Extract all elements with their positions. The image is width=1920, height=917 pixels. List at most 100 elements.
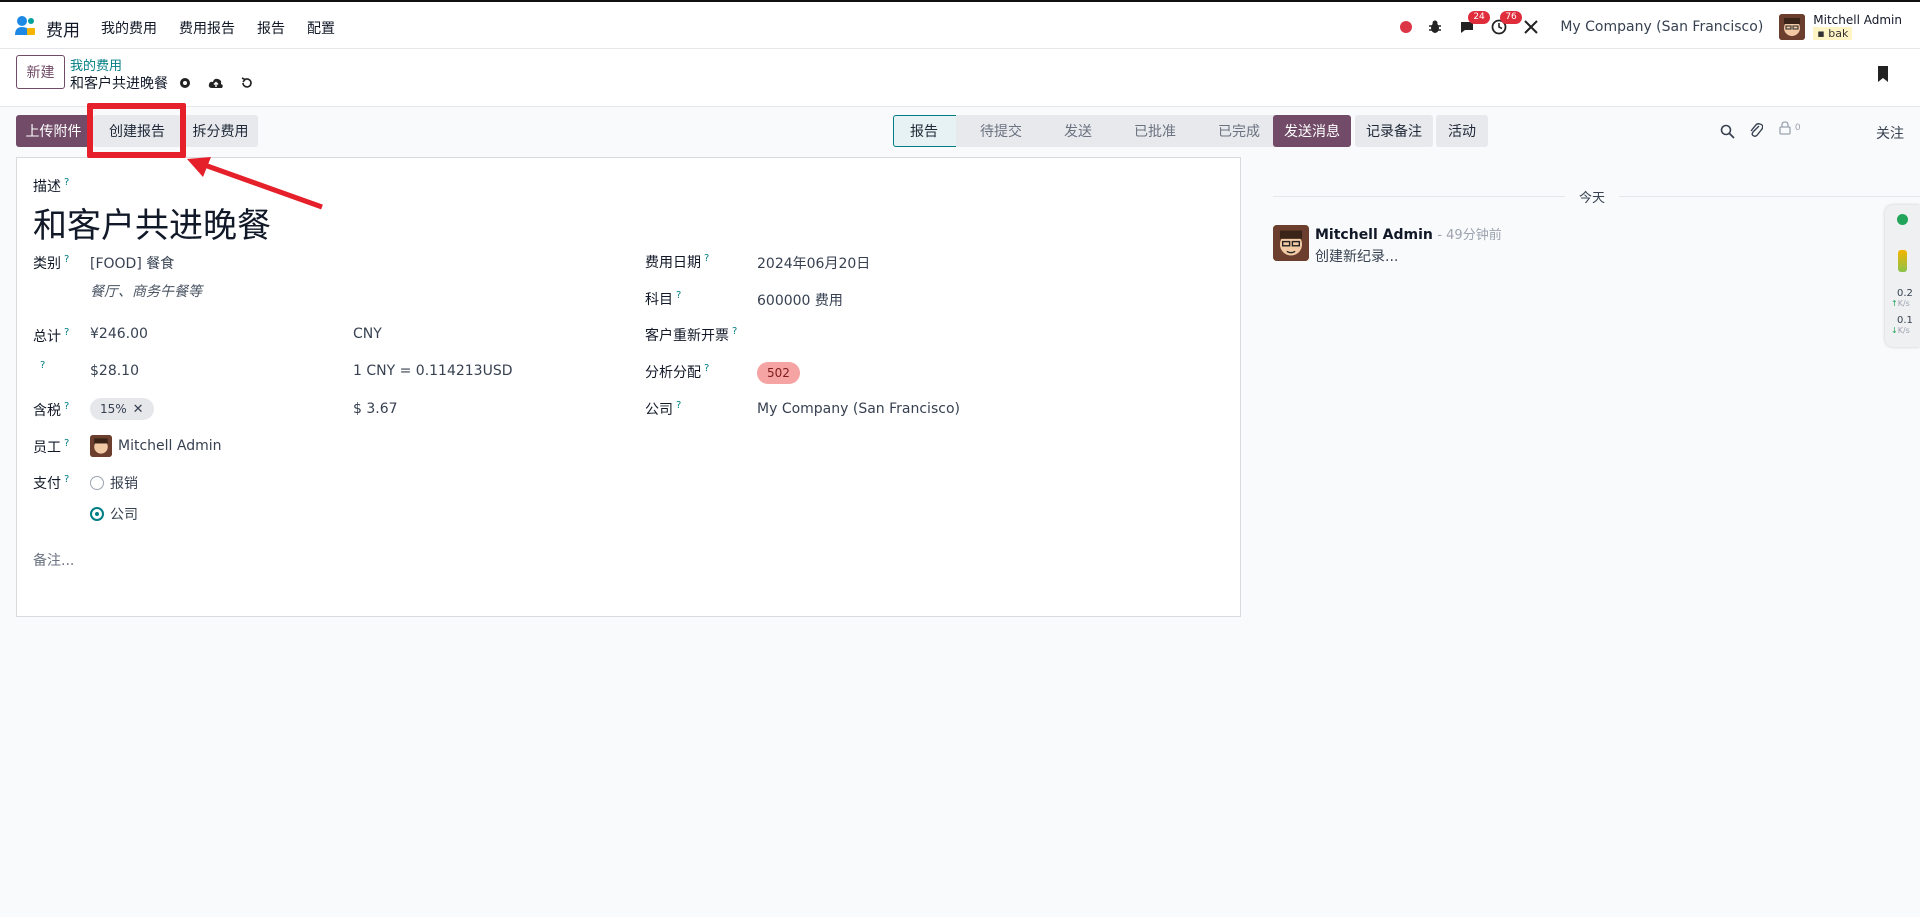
- converted-amount: $28.10: [90, 363, 139, 379]
- stage-done[interactable]: 已完成: [1194, 115, 1278, 147]
- activity-badge: 76: [1500, 11, 1522, 24]
- bookmark-icon[interactable]: [1876, 65, 1890, 83]
- employee-field[interactable]: Mitchell Admin: [118, 438, 222, 454]
- notes-field[interactable]: 备注...: [33, 550, 74, 570]
- lock-icon: [1779, 121, 1791, 135]
- converted-help-icon: ?: [40, 360, 46, 371]
- stage-label: 已完成: [1218, 124, 1260, 140]
- chat-badge: 24: [1468, 11, 1490, 24]
- breadcrumb-my-expenses[interactable]: 我的费用: [70, 55, 122, 74]
- help-icon: ?: [64, 474, 70, 486]
- app-name[interactable]: 费用: [46, 16, 80, 41]
- exchange-rate: 1 CNY = 0.114213USD: [353, 363, 513, 379]
- help-icon: ?: [64, 327, 70, 339]
- stage-label: 待提交: [980, 124, 1022, 140]
- tools-icon[interactable]: [1522, 18, 1540, 36]
- help-icon: ?: [64, 401, 70, 413]
- paperclip-icon[interactable]: [1749, 122, 1763, 139]
- clock-icon[interactable]: 76: [1490, 11, 1522, 36]
- user-name: Mitchell Admin: [1813, 13, 1902, 27]
- arrow-annotation-icon: [187, 157, 323, 210]
- description-label: 描述?: [33, 177, 70, 195]
- employee-label: 员工?: [33, 438, 70, 456]
- help-icon: ?: [732, 326, 738, 338]
- date-label: 费用日期?: [645, 253, 710, 271]
- account-field[interactable]: 600000 费用: [757, 290, 843, 310]
- company-field[interactable]: My Company (San Francisco): [757, 401, 960, 417]
- download-unit: ↓K/s: [1891, 326, 1910, 335]
- menu-my-expenses[interactable]: 我的费用: [101, 18, 157, 38]
- stage-label: 发送: [1064, 124, 1092, 140]
- stage-to-submit[interactable]: 待提交: [956, 115, 1040, 147]
- category-field[interactable]: [FOOD] 餐食: [90, 253, 174, 273]
- gear-icon[interactable]: [178, 76, 192, 90]
- record-indicator-icon[interactable]: [1400, 21, 1413, 33]
- database-badge: ▪ bak: [1813, 27, 1853, 40]
- follower-count: 0: [1794, 123, 1801, 133]
- payment-radio-employee[interactable]: [90, 476, 104, 490]
- payment-option-employee[interactable]: 报销: [110, 473, 138, 493]
- upload-speed: 0.2: [1897, 288, 1913, 299]
- reinvoice-label: 客户重新开票?: [645, 326, 738, 344]
- user-menu[interactable]: Mitchell Admin ▪ bak: [1813, 14, 1902, 40]
- help-icon: ?: [676, 400, 682, 412]
- new-button[interactable]: 新建: [16, 55, 65, 89]
- user-avatar[interactable]: [1779, 14, 1806, 40]
- menu-reporting[interactable]: 报告: [257, 18, 285, 38]
- status-dot-icon: [1897, 214, 1908, 225]
- payment-label: 支付?: [33, 474, 70, 492]
- stage-submitted[interactable]: 发送: [1040, 115, 1110, 147]
- meter-icon: [1898, 250, 1907, 272]
- highlight-box: [87, 103, 186, 158]
- breadcrumb-current: 和客户共进晚餐: [70, 73, 254, 93]
- log-note-button[interactable]: 记录备注: [1355, 115, 1433, 147]
- discard-icon[interactable]: [240, 76, 254, 90]
- navbar-systray: 24 76 My Company (San Francisco) Mitchel…: [1400, 10, 1902, 44]
- analytic-tag[interactable]: 502: [757, 362, 800, 384]
- stage-label: 已批准: [1134, 124, 1176, 140]
- followers-button[interactable]: 0: [1779, 121, 1801, 138]
- help-icon: ?: [704, 253, 710, 265]
- message-time: - 49分钟前: [1437, 228, 1502, 243]
- tax-tag[interactable]: 15% ✕: [90, 398, 154, 420]
- upload-attachment-button[interactable]: 上传附件: [16, 115, 91, 147]
- stage-report[interactable]: 报告: [893, 115, 956, 147]
- control-panel: 新建 我的费用 和客户共进晚餐: [0, 49, 1920, 107]
- payment-option-company[interactable]: 公司: [110, 504, 138, 524]
- activity-button[interactable]: 活动: [1436, 115, 1488, 147]
- help-icon: ?: [676, 290, 682, 302]
- close-icon: ✕: [132, 401, 144, 417]
- send-message-button[interactable]: 发送消息: [1273, 115, 1351, 147]
- message-author-avatar[interactable]: [1273, 225, 1309, 261]
- top-navbar: 费用 我的费用 费用报告 报告 配置 24 76 My Company (San…: [0, 0, 1920, 49]
- currency-field[interactable]: CNY: [353, 326, 382, 342]
- payment-radio-company[interactable]: [90, 507, 104, 521]
- split-expense-button[interactable]: 拆分费用: [183, 115, 258, 147]
- arrow-down-icon: ↓: [1891, 326, 1898, 335]
- upload-unit: ↑K/s: [1891, 299, 1910, 308]
- chat-icon[interactable]: 24: [1458, 11, 1490, 36]
- date-field[interactable]: 2024年06月20日: [757, 253, 870, 273]
- company-label: 公司?: [645, 400, 682, 418]
- category-hint: 餐厅、商务午餐等: [90, 284, 202, 300]
- bug-icon[interactable]: [1426, 18, 1444, 36]
- stage-approved[interactable]: 已批准: [1110, 115, 1194, 147]
- follow-button[interactable]: 关注: [1876, 123, 1904, 143]
- company-switcher[interactable]: My Company (San Francisco): [1560, 19, 1763, 35]
- search-icon[interactable]: [1720, 124, 1735, 139]
- network-speed-widget[interactable]: 0.2 ↑K/s 0.1 ↓K/s: [1885, 205, 1920, 347]
- help-icon: ?: [64, 438, 70, 450]
- form-sheet: 描述? 和客户共进晚餐 类别? [FOOD] 餐食 餐厅、商务午餐等 总计? ¥…: [16, 157, 1241, 617]
- menu-expense-reports[interactable]: 费用报告: [179, 18, 235, 38]
- expenses-app-icon[interactable]: [14, 15, 36, 37]
- menu-configuration[interactable]: 配置: [307, 18, 335, 38]
- help-icon: ?: [64, 254, 70, 266]
- arrow-up-icon: ↑: [1891, 299, 1898, 308]
- analytic-label: 分析分配?: [645, 363, 710, 381]
- download-speed: 0.1: [1897, 315, 1913, 326]
- stage-label: 报告: [910, 124, 938, 140]
- message-header: Mitchell Admin - 49分钟前: [1315, 224, 1502, 243]
- cloud-upload-icon[interactable]: [208, 76, 224, 90]
- total-field[interactable]: ¥246.00: [90, 326, 148, 342]
- message-author[interactable]: Mitchell Admin: [1315, 227, 1433, 243]
